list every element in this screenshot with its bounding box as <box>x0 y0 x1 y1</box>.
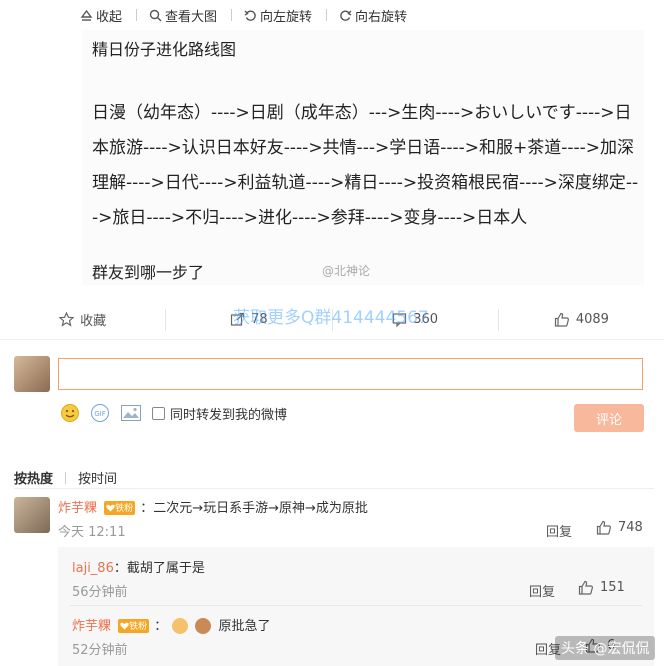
gif-icon[interactable]: GIF <box>90 403 110 423</box>
fan-badge-label: 铁粉 <box>115 504 134 514</box>
fan-badge-label: 铁粉 <box>129 622 148 632</box>
reply-line: 炸芋粿 铁粉 ： 原批急了 <box>72 615 271 634</box>
reply-button[interactable]: 回复 <box>546 521 572 540</box>
reply-time: 52分钟前 <box>72 643 128 658</box>
rotate-left-icon <box>244 10 256 21</box>
reply-text: ：截胡了属于是 <box>113 561 205 576</box>
reply-username[interactable]: 炸芋粿 <box>72 619 111 634</box>
reply-divider <box>70 605 642 606</box>
image-body-text: 日漫（幼年态）---->日剧（成年态）--->生肉---->おいしいです----… <box>92 103 639 228</box>
sort-by-time[interactable]: 按时间 <box>78 468 117 487</box>
reply-like-button[interactable]: 151 <box>578 580 625 595</box>
like-button[interactable]: 4089 <box>499 312 664 327</box>
sort-divider <box>65 471 67 484</box>
post-action-bar: 收藏 78 360 4089 <box>0 300 664 340</box>
also-repost-label: 同时转发到我的微博 <box>170 407 288 423</box>
toolbar-divider <box>326 9 328 21</box>
view-large-button[interactable]: 查看大图 <box>149 6 217 25</box>
heart-icon <box>106 504 115 511</box>
composer-tools: GIF 同时转发到我的微博 <box>60 400 287 426</box>
commenter-avatar[interactable] <box>14 497 50 533</box>
brand-watermark: 头条 @宏侃侃 <box>555 636 656 660</box>
repost-icon <box>230 312 245 326</box>
fan-badge: 铁粉 <box>118 618 150 633</box>
reply-reply-button[interactable]: 回复 <box>529 581 555 600</box>
sort-by-hot[interactable]: 按热度 <box>14 468 53 487</box>
thumbs-up-icon <box>554 312 569 327</box>
reply-line: laji_86：截胡了属于是 <box>72 557 205 576</box>
collapse-button[interactable]: 收起 <box>80 6 122 25</box>
view-large-label: 查看大图 <box>165 9 218 25</box>
rotate-left-button[interactable]: 向左旋转 <box>244 6 312 25</box>
toolbar-divider <box>136 9 138 21</box>
reply-colon: ： <box>154 619 168 634</box>
comment-line: 炸芋粿 铁粉 ：二次元→玩日系手游→原神→成为原批 <box>58 497 368 516</box>
comment-button[interactable]: 360 <box>333 312 498 327</box>
repost-count: 78 <box>251 312 268 327</box>
like-count: 4089 <box>575 312 609 327</box>
rotate-right-button[interactable]: 向右旋转 <box>339 6 407 25</box>
collapse-icon <box>80 9 93 21</box>
thumbs-up-emoji-icon <box>172 617 189 634</box>
comment-icon <box>393 313 407 327</box>
reply-username[interactable]: laji_86 <box>72 561 114 576</box>
submit-comment-button[interactable]: 评论 <box>574 404 644 432</box>
image-last-line: 群友到哪一步了 <box>92 263 205 282</box>
magnifier-icon <box>149 9 162 21</box>
fan-badge: 铁粉 <box>104 500 136 515</box>
repost-button[interactable]: 78 <box>166 312 331 327</box>
svg-text:GIF: GIF <box>94 410 106 418</box>
star-icon <box>59 312 75 327</box>
image-watermark: @北神论 <box>322 264 371 278</box>
rotate-right-label: 向右旋转 <box>355 9 408 25</box>
comment-like-button[interactable]: 748 <box>596 520 643 535</box>
reply-like-count: 151 <box>600 580 625 595</box>
collect-label: 收藏 <box>80 314 107 329</box>
divider <box>14 488 654 489</box>
reply-time: 56分钟前 <box>72 585 128 600</box>
bear-emoji-icon <box>195 617 212 634</box>
comment-text: ：二次元→玩日系手游→原神→成为原批 <box>140 501 368 516</box>
image-toolbar: 收起 查看大图 向左旋转 向右旋转 <box>80 0 421 30</box>
toolbar-divider <box>231 9 233 21</box>
comment-username[interactable]: 炸芋粿 <box>58 501 97 516</box>
rotate-left-label: 向左旋转 <box>260 9 313 25</box>
also-repost-checkbox[interactable] <box>152 406 165 420</box>
current-user-avatar[interactable] <box>14 356 50 392</box>
reply-text: 原批急了 <box>218 619 271 634</box>
comment-sort: 按热度 按时间 <box>14 468 117 487</box>
post-image[interactable]: 精日份子进化路线图 日漫（幼年态）---->日剧（成年态）--->生肉---->… <box>82 30 644 285</box>
thumbs-up-icon <box>596 520 611 535</box>
comment-count: 360 <box>413 312 439 327</box>
collect-button[interactable]: 收藏 <box>0 310 165 329</box>
image-title: 精日份子进化路线图 <box>92 40 237 59</box>
comment-input[interactable] <box>58 358 643 390</box>
comment-like-count: 748 <box>618 520 643 535</box>
rotate-right-icon <box>340 10 352 21</box>
collapse-label: 收起 <box>96 9 123 25</box>
emoji-icon[interactable] <box>60 403 80 423</box>
heart-icon <box>120 622 129 629</box>
comment-time: 今天 12:11 <box>58 525 126 540</box>
image-icon[interactable] <box>120 404 142 422</box>
thumbs-up-icon <box>578 580 593 595</box>
